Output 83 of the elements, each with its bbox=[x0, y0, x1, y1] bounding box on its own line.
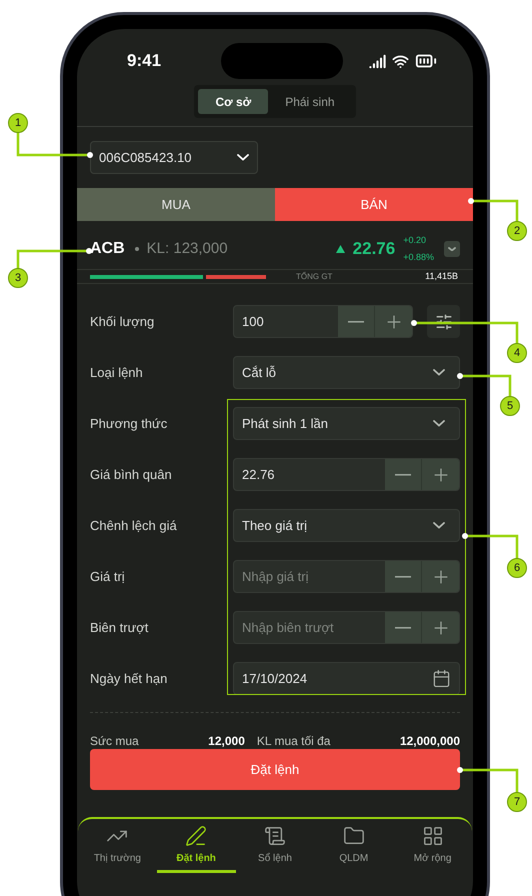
callout-number: 7 bbox=[507, 792, 527, 812]
minus-button[interactable] bbox=[385, 561, 422, 592]
callout-number: 3 bbox=[8, 268, 28, 288]
number-input[interactable]: 100 bbox=[234, 312, 338, 332]
select-value: Phát sinh 1 lần bbox=[242, 414, 328, 433]
chevron-icon bbox=[237, 154, 249, 161]
field-label: Chênh lệch giá bbox=[90, 516, 178, 535]
settings-button[interactable] bbox=[427, 305, 460, 338]
select-value: Theo giá trị bbox=[242, 516, 308, 535]
chevron-icon bbox=[433, 369, 445, 376]
minus-icon bbox=[395, 626, 411, 628]
total-value-label: TỔNG GT bbox=[296, 270, 332, 282]
field-label: Ngày hết hạn bbox=[90, 670, 168, 688]
price-change-percent: +0.88% bbox=[403, 251, 434, 264]
nav-tab[interactable]: QLDM bbox=[314, 819, 394, 873]
account-number: 006C085423.10 bbox=[99, 148, 192, 167]
stepper-field[interactable]: 22.76 bbox=[233, 458, 460, 491]
chevron-icon bbox=[433, 522, 445, 529]
total-value: 11,415B bbox=[425, 270, 458, 283]
minus-icon bbox=[395, 576, 411, 578]
max-volume-value: 12,000,000 bbox=[400, 733, 460, 750]
status-time: 9:41 bbox=[127, 50, 162, 72]
stock-volume: KL: 123,000 bbox=[146, 238, 228, 259]
field-label: Giá trị bbox=[90, 568, 126, 586]
field-label: Loại lệnh bbox=[90, 364, 144, 382]
plus-button[interactable] bbox=[422, 612, 459, 643]
sliders-icon bbox=[434, 312, 452, 330]
nav-tab[interactable]: Sổ lệnh bbox=[236, 819, 314, 873]
date-value: 17/10/2024 bbox=[242, 670, 308, 688]
minus-button[interactable] bbox=[385, 459, 422, 490]
minus-button[interactable] bbox=[385, 612, 422, 643]
field-label: Biên trượt bbox=[90, 618, 150, 637]
folder-icon bbox=[342, 825, 365, 847]
market-tab[interactable]: Phái sinh bbox=[268, 89, 352, 114]
buying-power-value: 12,000 bbox=[208, 733, 245, 750]
price-change: +0.20 bbox=[403, 234, 427, 247]
select-field[interactable]: Cắt lỗ bbox=[233, 356, 460, 389]
plus-button[interactable] bbox=[422, 459, 459, 490]
nav-tab[interactable]: Mở rộng bbox=[393, 819, 472, 873]
signal-icon bbox=[369, 52, 386, 70]
up-triangle-icon bbox=[336, 245, 345, 253]
minus-icon bbox=[395, 474, 411, 476]
stepper-field[interactable]: 100 bbox=[233, 305, 413, 338]
market-tab[interactable]: Cơ sở bbox=[198, 89, 268, 114]
scroll-icon bbox=[264, 825, 286, 847]
stepper-field[interactable]: Nhập giá trị bbox=[233, 560, 460, 593]
field-label: Phương thức bbox=[90, 414, 168, 433]
grid-icon bbox=[422, 825, 444, 847]
callout-number: 4 bbox=[507, 343, 527, 363]
max-volume-label: KL mua tối đa bbox=[256, 733, 330, 750]
wifi-icon bbox=[392, 52, 409, 70]
chevron-icon bbox=[448, 246, 456, 252]
order-side-tab[interactable]: MUA bbox=[77, 188, 275, 221]
callout-number: 5 bbox=[500, 396, 520, 416]
field-label: Khối lượng bbox=[90, 312, 156, 331]
select-value: Cắt lỗ bbox=[242, 364, 276, 382]
minus-icon bbox=[348, 320, 364, 322]
account-dropdown[interactable]: 006C085423.10 bbox=[90, 141, 258, 174]
number-input[interactable]: 22.76 bbox=[234, 464, 385, 484]
stepper-field[interactable]: Nhập biên trượt bbox=[233, 611, 460, 644]
select-field[interactable]: Theo giá trị bbox=[233, 509, 460, 542]
callout-number: 2 bbox=[507, 221, 527, 241]
calendar-icon bbox=[432, 669, 451, 688]
callout-number: 1 bbox=[8, 113, 28, 133]
chevron-icon bbox=[433, 420, 445, 427]
date-field[interactable]: 17/10/2024 bbox=[233, 662, 460, 695]
buying-power-label: Sức mua bbox=[90, 733, 139, 750]
number-input[interactable]: Nhập biên trượt bbox=[234, 618, 385, 638]
nav-tab[interactable]: Đặt lệnh bbox=[156, 819, 236, 873]
minus-button[interactable] bbox=[338, 306, 375, 337]
stock-price: 22.76 bbox=[352, 238, 396, 260]
pen-icon bbox=[185, 825, 208, 847]
order-side-tab[interactable]: BÁN bbox=[275, 188, 473, 221]
field-label: Giá bình quân bbox=[90, 466, 173, 484]
plus-button[interactable] bbox=[375, 306, 412, 337]
expand-button[interactable] bbox=[444, 241, 460, 257]
nav-tab[interactable]: Thị trường bbox=[78, 819, 157, 873]
select-field[interactable]: Phát sinh 1 lần bbox=[233, 407, 460, 440]
number-input[interactable]: Nhập giá trị bbox=[234, 566, 385, 586]
place-order-button[interactable]: Đặt lệnh bbox=[90, 749, 460, 790]
callout-number: 6 bbox=[507, 558, 527, 578]
stock-symbol: ACB bbox=[90, 239, 125, 259]
plus-button[interactable] bbox=[422, 561, 459, 592]
